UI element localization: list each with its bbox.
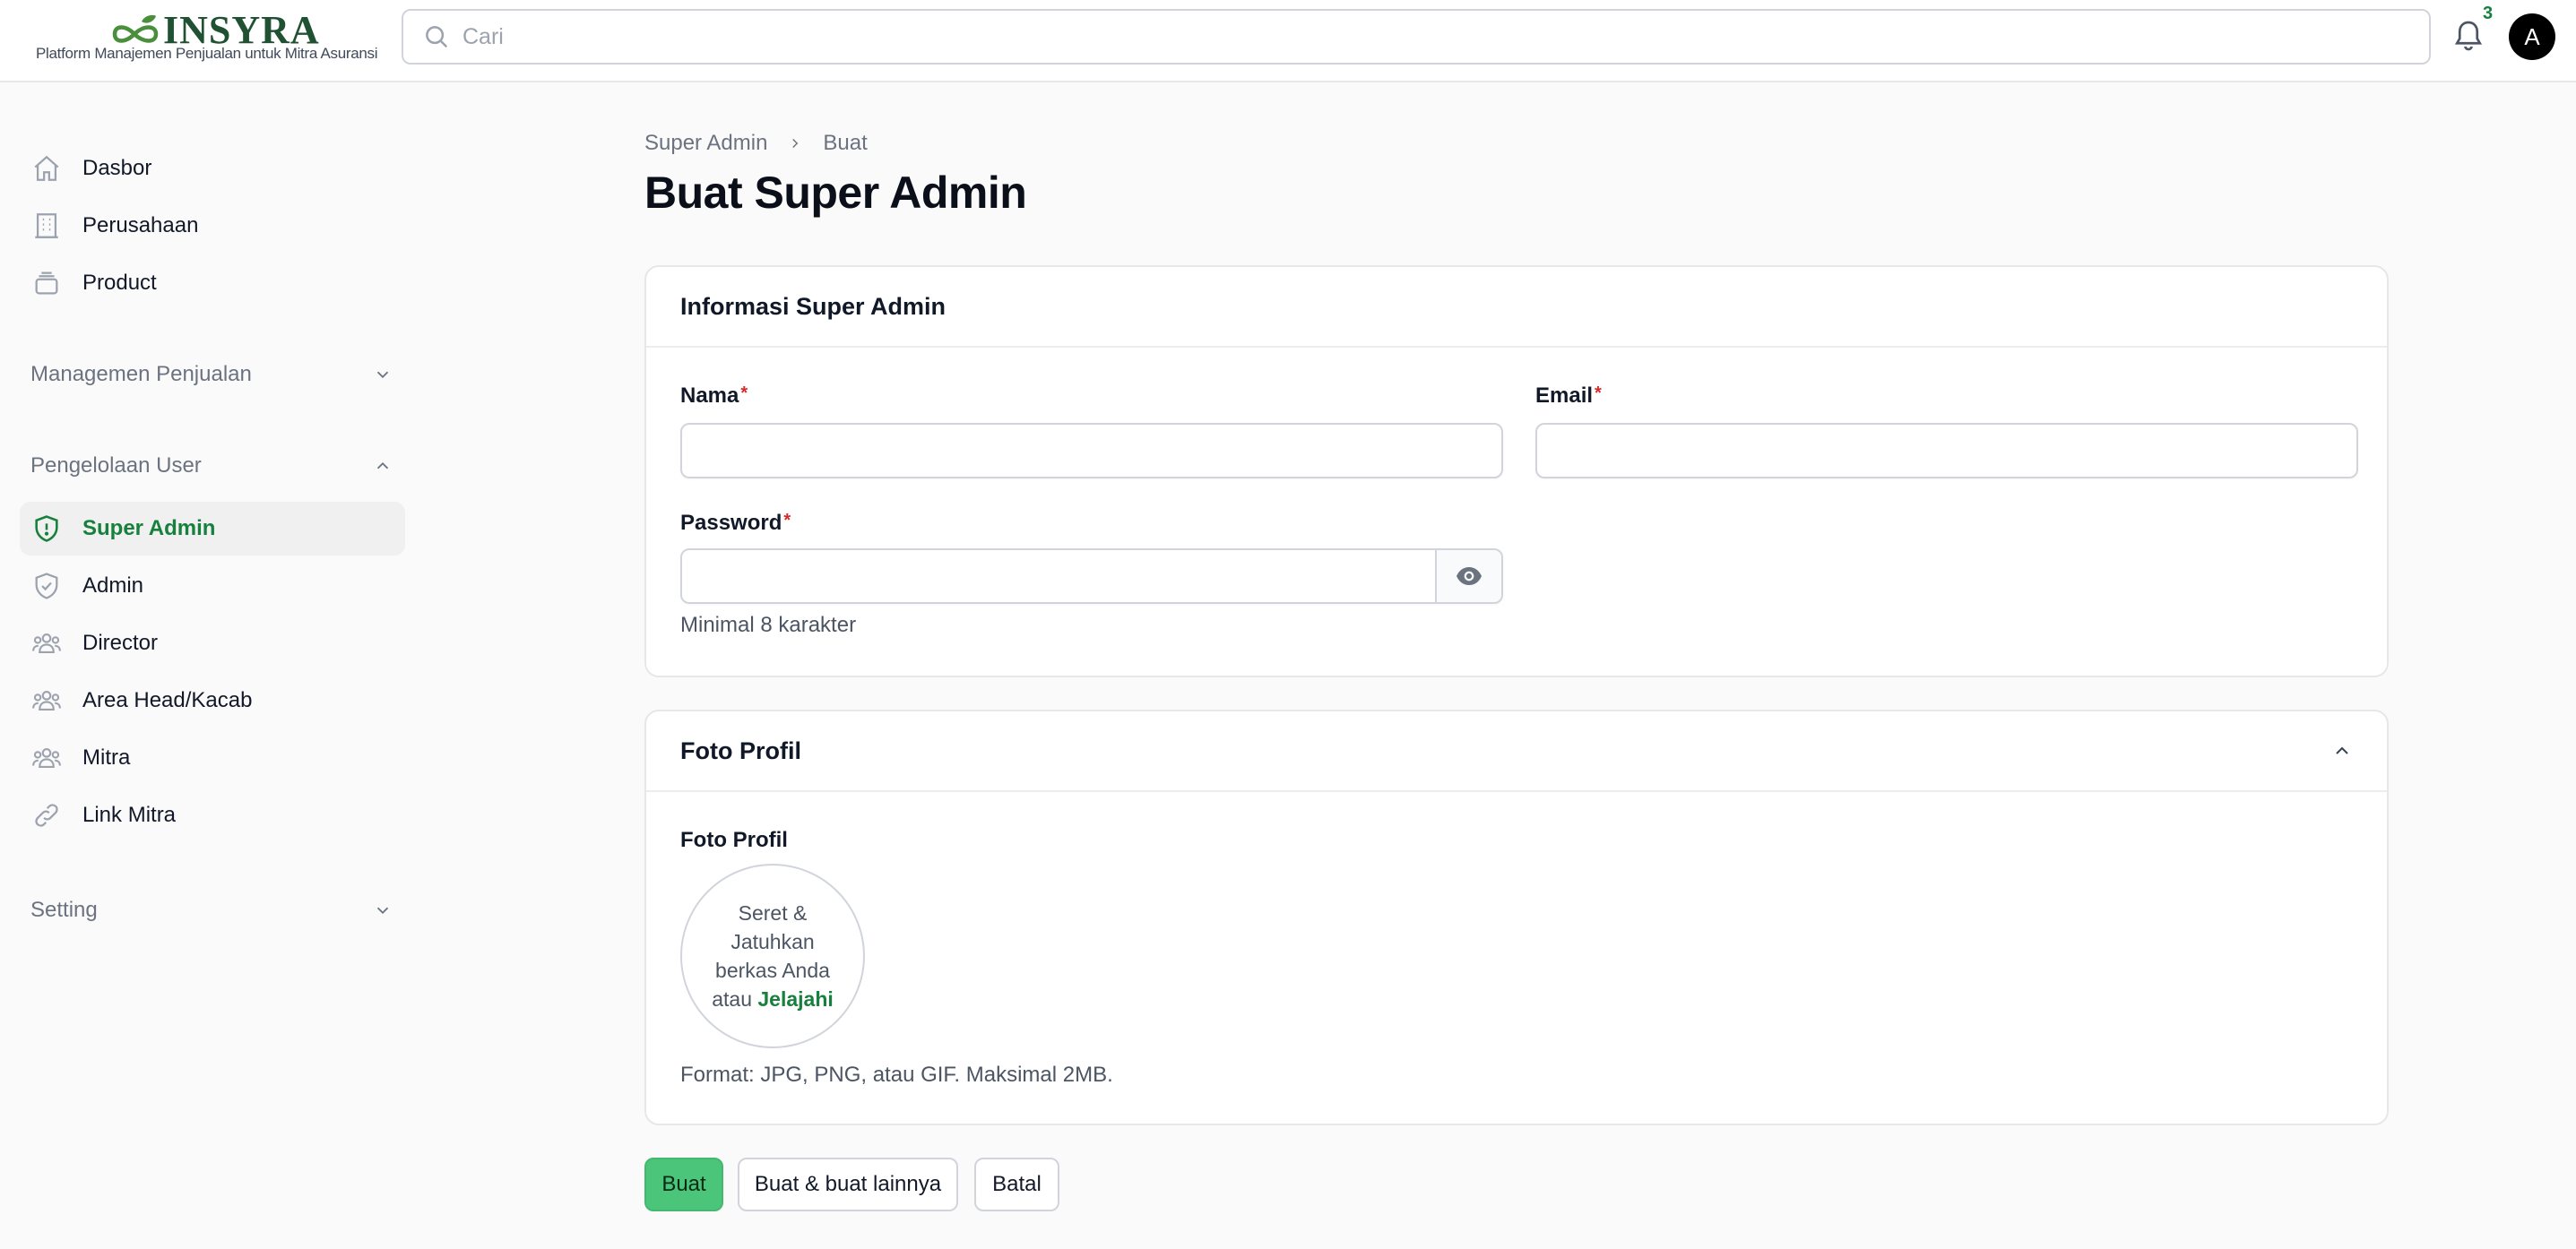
nama-field[interactable] (680, 423, 1503, 478)
search-bar[interactable] (402, 9, 2431, 65)
top-bar: INSYRA Platform Manajemen Penjualan untu… (0, 0, 2576, 82)
email-label-text: Email (1535, 383, 1594, 408)
search-icon (426, 26, 448, 48)
toggle-password-visibility-button[interactable] (1435, 550, 1501, 602)
sidebar-item-area-head[interactable]: Area Head/Kacab (20, 674, 405, 728)
sidebar-item-label: Dasbor (82, 156, 152, 180)
info-section-header: Informasi Super Admin (646, 267, 2387, 348)
dropzone-text: Seret & Jatuhkan berkas Anda atau Jelaja… (712, 899, 834, 1013)
photo-field-label: Foto Profil (680, 828, 788, 852)
sidebar-item-director[interactable]: Director (20, 616, 405, 670)
nama-label: Nama * (680, 383, 748, 409)
email-label: Email * (1535, 383, 1602, 409)
sidebar-item-label: Mitra (82, 745, 131, 770)
sidebar-group-setting[interactable]: Setting (30, 891, 393, 930)
infinity-leaf-icon (112, 14, 159, 43)
bell-icon (2454, 21, 2483, 51)
notification-count-badge: 3 (2483, 4, 2494, 23)
sidebar-group-managemen-penjualan[interactable]: Managemen Penjualan (30, 355, 393, 394)
user-group-icon (30, 742, 63, 774)
sidebar: Dasbor Perusahaan Product Managemen Penj… (0, 82, 412, 1249)
cancel-button[interactable]: Batal (974, 1158, 1059, 1211)
page-title: Buat Super Admin (644, 168, 1027, 218)
brand-tagline: Platform Manajemen Penjualan untuk Mitra… (36, 45, 378, 62)
search-input[interactable] (462, 23, 2345, 50)
archive-box-icon (30, 267, 63, 299)
dropzone-line: berkas Anda (715, 959, 830, 982)
info-section-title: Informasi Super Admin (680, 292, 947, 320)
sidebar-item-admin[interactable]: Admin (20, 559, 405, 613)
create-button[interactable]: Buat (644, 1158, 723, 1211)
sidebar-item-dasbor[interactable]: Dasbor (20, 142, 405, 195)
photo-dropzone[interactable]: Seret & Jatuhkan berkas Anda atau Jelaja… (680, 864, 865, 1048)
password-input[interactable] (682, 550, 1435, 602)
sidebar-group-label: Pengelolaan User (30, 453, 202, 478)
user-group-icon (30, 627, 63, 659)
link-icon (30, 799, 63, 831)
user-avatar[interactable]: A (2509, 13, 2555, 60)
dropzone-line: Seret & (738, 901, 808, 925)
shield-exclamation-icon (30, 513, 63, 545)
required-asterisk: * (740, 383, 748, 403)
required-asterisk: * (1595, 383, 1602, 403)
home-icon (30, 152, 63, 185)
sidebar-group-label: Managemen Penjualan (30, 362, 252, 386)
sidebar-item-super-admin[interactable]: Super Admin (20, 502, 405, 556)
password-label-text: Password (680, 511, 782, 535)
email-field[interactable] (1535, 423, 2358, 478)
password-helper-text: Minimal 8 karakter (680, 613, 857, 637)
building-icon (30, 210, 63, 242)
create-another-button[interactable]: Buat & buat lainnya (738, 1158, 958, 1211)
email-input[interactable] (1537, 425, 2356, 477)
sidebar-item-label: Product (82, 271, 157, 295)
photo-section-header[interactable]: Foto Profil (646, 711, 2387, 792)
chevron-right-icon (787, 135, 803, 151)
password-field[interactable] (680, 548, 1503, 604)
sidebar-item-label: Perusahaan (82, 213, 199, 237)
chevron-down-icon (376, 371, 389, 379)
sidebar-item-label: Director (82, 631, 159, 655)
photo-section-title: Foto Profil (680, 736, 801, 764)
chevron-up-icon[interactable] (2331, 740, 2353, 762)
user-group-icon (30, 685, 63, 717)
required-asterisk: * (783, 511, 791, 530)
sidebar-item-link-mitra[interactable]: Link Mitra (20, 788, 405, 842)
sidebar-item-label: Admin (82, 573, 144, 598)
photo-helper-text: Format: JPG, PNG, atau GIF. Maksimal 2MB… (680, 1063, 1113, 1087)
chevron-up-icon (376, 461, 389, 469)
sidebar-group-pengelolaan-user[interactable]: Pengelolaan User (30, 446, 393, 486)
info-section-card: Informasi Super Admin Nama * Email * Passw… (644, 265, 2389, 677)
breadcrumb-link-super-admin[interactable]: Super Admin (644, 131, 767, 156)
nama-input[interactable] (682, 425, 1501, 477)
sidebar-item-mitra[interactable]: Mitra (20, 731, 405, 785)
breadcrumb: Super Admin Buat (644, 131, 868, 156)
shield-check-icon (30, 570, 63, 602)
eye-icon (1457, 567, 1482, 585)
sidebar-item-label: Link Mitra (82, 803, 177, 827)
dropzone-line: atau Jelajahi (712, 985, 834, 1013)
brand[interactable]: INSYRA Platform Manajemen Penjualan untu… (36, 9, 378, 73)
sidebar-group-label: Setting (30, 898, 98, 922)
notification-button[interactable] (2452, 18, 2485, 54)
breadcrumb-current: Buat (823, 131, 868, 155)
sidebar-item-label: Super Admin (82, 516, 216, 540)
nama-label-text: Nama (680, 383, 739, 408)
dropzone-line: Jatuhkan (730, 930, 815, 953)
sidebar-item-label: Area Head/Kacab (82, 688, 253, 712)
password-label: Password * (680, 511, 791, 536)
browse-link[interactable]: Jelajahi (757, 987, 833, 1011)
photo-section-card: Foto Profil Foto Profil Seret & Jatuhkan… (644, 710, 2389, 1125)
sidebar-item-product[interactable]: Product (20, 256, 405, 310)
sidebar-item-perusahaan[interactable]: Perusahaan (20, 199, 405, 253)
dropzone-prefix: atau (712, 987, 752, 1011)
chevron-down-icon (376, 907, 389, 915)
